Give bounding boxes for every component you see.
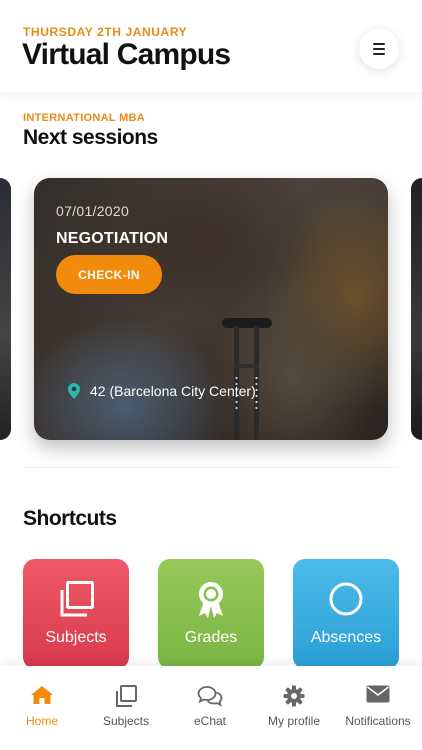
session-title: NEGOTIATION: [56, 230, 169, 247]
chat-icon: [197, 686, 223, 707]
gear-icon: [283, 685, 305, 707]
tab-subjects[interactable]: Subjects: [84, 666, 168, 750]
next-sessions-title: Next sessions: [23, 126, 158, 149]
shortcut-absences[interactable]: Absences: [293, 559, 399, 669]
session-date: 07/01/2020: [56, 203, 130, 219]
previous-session-card[interactable]: [0, 178, 11, 440]
session-photo: [222, 318, 272, 440]
tab-echat[interactable]: eChat: [168, 666, 252, 750]
tab-notifications[interactable]: Notifications: [336, 666, 420, 750]
shortcut-label: Absences: [310, 629, 382, 646]
tab-my-profile[interactable]: My profile: [252, 666, 336, 750]
tab-home[interactable]: Home: [0, 666, 84, 750]
bottom-tab-bar: Home Subjects eChat My profile Notificat…: [0, 666, 422, 750]
divider: [23, 467, 399, 468]
tab-label: My profile: [267, 714, 320, 728]
current-date: THURSDAY 2TH JANUARY: [23, 25, 188, 39]
tab-label: Notifications: [345, 714, 411, 728]
shortcut-label: Subjects: [45, 629, 107, 646]
program-label: INTERNATIONAL MBA: [23, 112, 146, 124]
session-card[interactable]: 07/01/2020 NEGOTIATION CHECK-IN 42 (Barc…: [34, 178, 388, 440]
next-session-card[interactable]: [411, 178, 422, 440]
shortcut-label: Grades: [184, 629, 238, 646]
map-pin-icon: [68, 383, 80, 399]
checkin-button[interactable]: CHECK-IN: [56, 255, 162, 294]
home-icon: [31, 686, 53, 704]
copy-icon: [60, 581, 94, 617]
tab-label: Subjects: [102, 714, 150, 728]
menu-button[interactable]: [359, 29, 399, 69]
shortcut-grades[interactable]: Grades: [158, 559, 264, 669]
shortcuts-title: Shortcuts: [23, 507, 117, 530]
shortcut-subjects[interactable]: Subjects: [23, 559, 129, 669]
tab-label: eChat: [193, 714, 227, 728]
page-title: Virtual Campus: [22, 38, 231, 71]
session-location: 42 (Barcelona City Center): [68, 383, 256, 399]
location-text: 42 (Barcelona City Center): [90, 383, 256, 399]
hamburger-icon: [373, 43, 385, 55]
circle-icon: [329, 582, 363, 616]
tab-label: Home: [25, 714, 58, 728]
award-icon: [199, 582, 223, 618]
app-header: THURSDAY 2TH JANUARY Virtual Campus: [0, 0, 422, 92]
envelope-icon: [366, 685, 390, 703]
copy-icon: [116, 685, 137, 707]
